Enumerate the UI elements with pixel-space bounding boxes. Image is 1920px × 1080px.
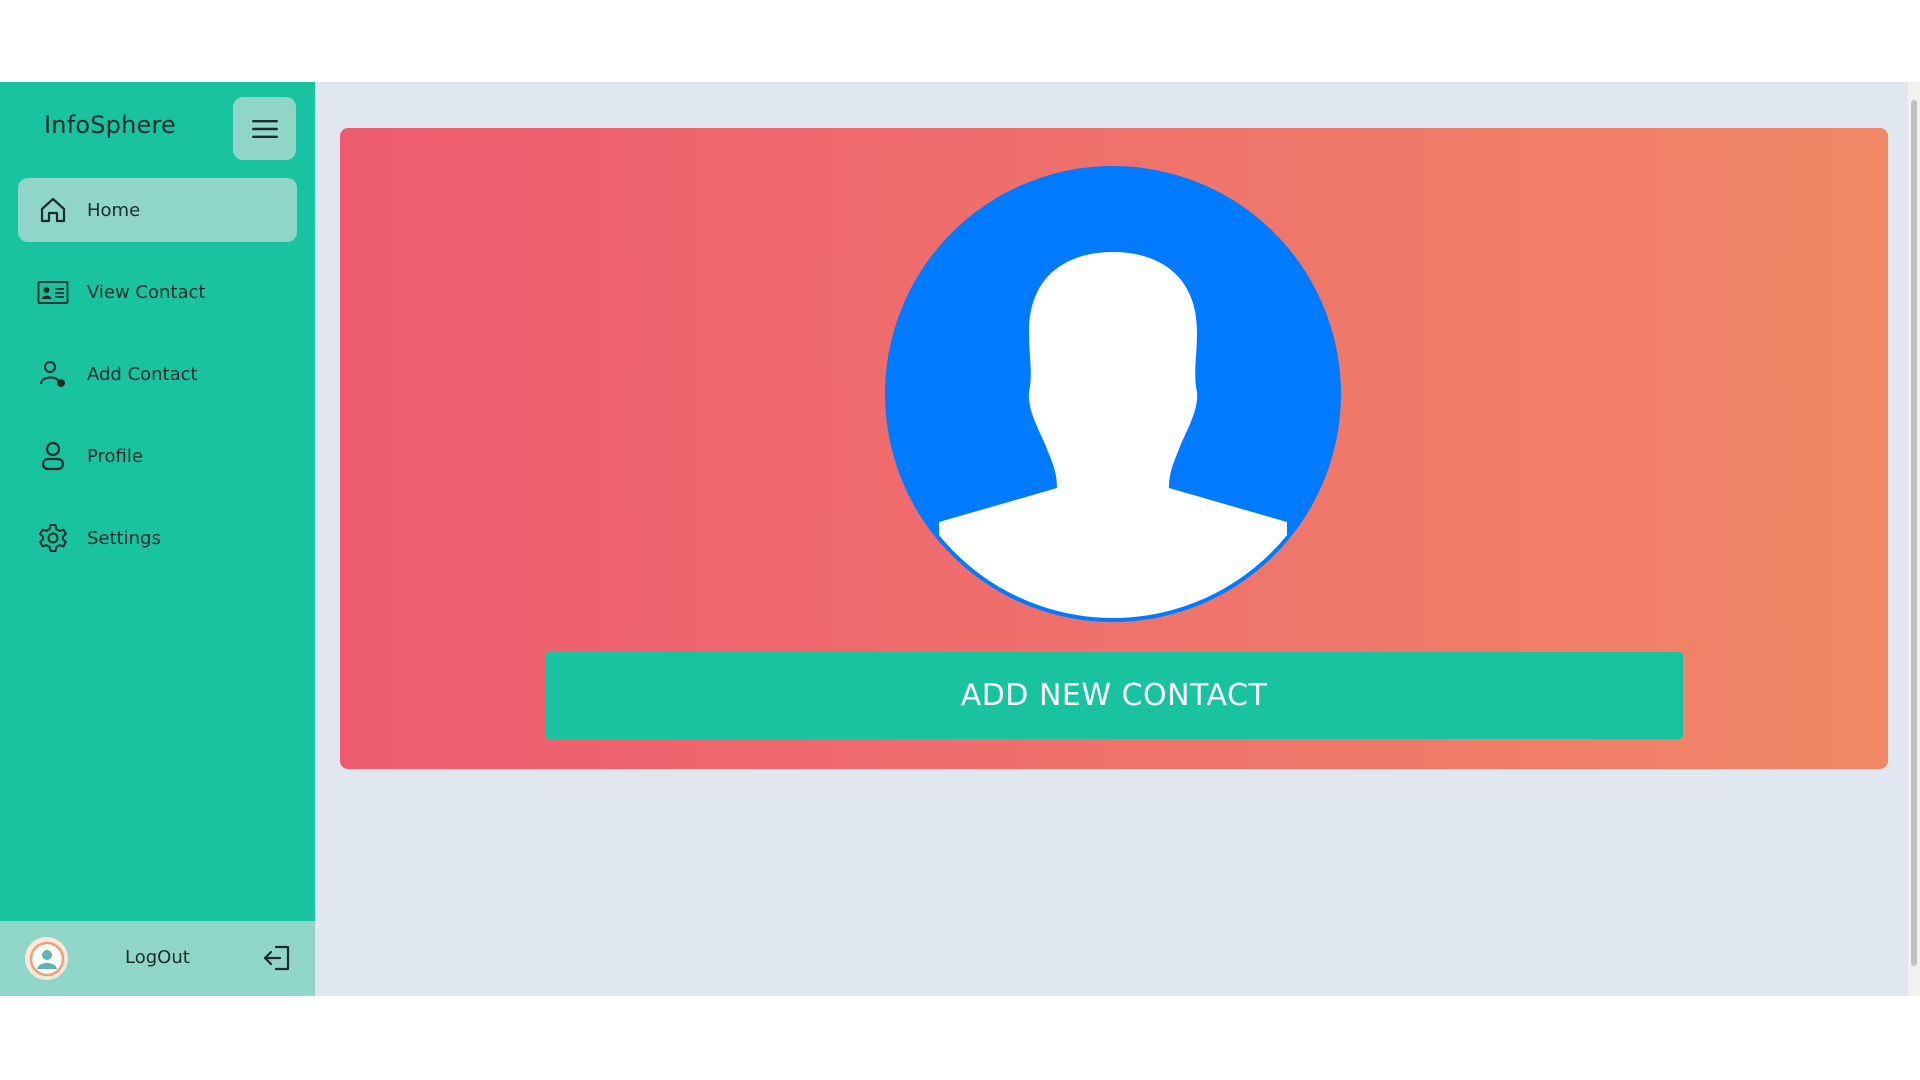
contact-card-icon [36, 275, 70, 309]
sidebar-item-label: Settings [87, 527, 161, 549]
sidebar-item-home[interactable]: Home [18, 178, 297, 242]
sidebar-item-settings[interactable]: Settings [18, 506, 297, 570]
home-icon [36, 193, 70, 227]
sidebar-item-profile[interactable]: Profile [18, 424, 297, 488]
add-user-icon [36, 357, 70, 391]
sidebar: InfoSphere Home View Contact Add Contact… [0, 82, 315, 996]
logout-label[interactable]: LogOut [125, 947, 190, 968]
brand-title: InfoSphere [44, 111, 176, 139]
scrollbar-thumb[interactable] [1911, 100, 1917, 966]
logout-icon[interactable] [262, 943, 294, 975]
gear-icon [36, 521, 70, 555]
sidebar-nav: Home View Contact Add Contact Profile Se… [18, 178, 297, 588]
user-icon [36, 439, 70, 473]
menu-toggle-button[interactable] [233, 97, 296, 160]
app-window: InfoSphere Home View Contact Add Contact… [0, 82, 1920, 996]
sidebar-item-label: View Contact [87, 281, 206, 303]
sidebar-item-label: Profile [87, 445, 143, 467]
sidebar-item-label: Home [87, 199, 141, 221]
hamburger-icon [251, 119, 278, 138]
sidebar-header: InfoSphere [0, 97, 315, 161]
main-content: ADD NEW CONTACT [315, 82, 1920, 996]
scrollbar[interactable] [1908, 82, 1920, 996]
add-new-contact-button[interactable]: ADD NEW CONTACT [545, 652, 1683, 739]
user-avatar-icon [25, 937, 68, 980]
hero-card: ADD NEW CONTACT [340, 128, 1888, 769]
sidebar-item-add-contact[interactable]: Add Contact [18, 342, 297, 406]
sidebar-item-label: Add Contact [87, 363, 198, 385]
logout-bar: LogOut [0, 921, 315, 996]
sidebar-item-view-contact[interactable]: View Contact [18, 260, 297, 324]
person-silhouette-icon [885, 166, 1341, 622]
